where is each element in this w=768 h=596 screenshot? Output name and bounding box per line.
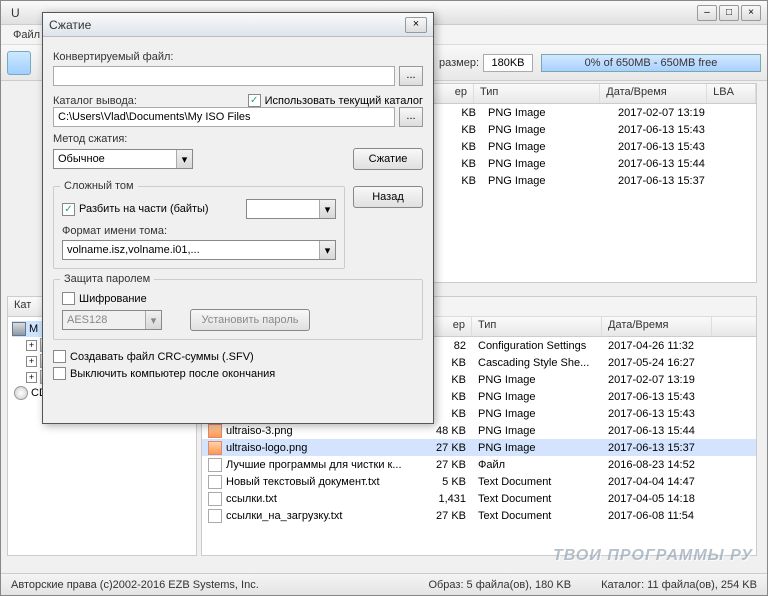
encryption-checkbox[interactable] xyxy=(62,292,75,305)
set-password-button: Установить пароль xyxy=(190,309,310,331)
encryption-label: Шифрование xyxy=(79,293,147,305)
watermark: ТВОИ ПРОГРАММЫ РУ xyxy=(553,547,753,565)
method-label: Метод сжатия: xyxy=(53,133,423,145)
col-date[interactable]: Дата/Время xyxy=(600,84,707,103)
col-type[interactable]: Тип xyxy=(472,317,602,336)
use-current-dir-checkbox[interactable]: ✓ xyxy=(248,94,261,107)
split-checkbox[interactable]: ✓ xyxy=(62,203,75,216)
file-icon xyxy=(208,424,222,438)
browse-output-button[interactable]: ... xyxy=(399,107,423,127)
convert-file-input[interactable] xyxy=(53,66,395,86)
new-icon[interactable] xyxy=(7,51,31,75)
table-row[interactable]: ссылки.txt1,431Text Document2017-04-05 1… xyxy=(202,490,756,507)
file-icon xyxy=(208,509,222,523)
size-value: 180KB xyxy=(483,54,533,72)
output-dir-input[interactable] xyxy=(53,107,395,127)
catalog-summary: Каталог: 11 файла(ов), 254 KB xyxy=(601,579,757,591)
table-row[interactable]: Лучшие программы для чистки к...27 KBФай… xyxy=(202,456,756,473)
table-row[interactable]: ultraiso-3.png48 KBPNG Image2017-06-13 1… xyxy=(202,422,756,439)
progress-bar: 0% of 650MB - 650MB free xyxy=(541,54,761,72)
menu-file[interactable]: Файл xyxy=(7,27,46,43)
shutdown-label: Выключить компьютер после окончания xyxy=(70,368,275,380)
chevron-down-icon: ▾ xyxy=(145,311,161,329)
maximize-button[interactable]: □ xyxy=(719,5,739,21)
computer-icon xyxy=(12,322,26,336)
minimize-button[interactable]: – xyxy=(697,5,717,21)
dialog-title: Сжатие xyxy=(49,18,405,32)
col-date[interactable]: Дата/Время xyxy=(602,317,712,336)
encryption-combo: AES128 ▾ xyxy=(62,310,162,330)
chevron-down-icon: ▾ xyxy=(319,241,335,259)
method-combo[interactable]: Обычное ▾ xyxy=(53,149,193,169)
use-current-dir-label: Использовать текущий каталог xyxy=(265,95,423,107)
password-group-title: Защита паролем xyxy=(60,273,154,285)
password-groupbox: Защита паролем Шифрование AES128 ▾ Устан… xyxy=(53,279,423,340)
dialog-titlebar[interactable]: Сжатие × xyxy=(43,13,433,37)
split-size-combo[interactable]: ▾ xyxy=(246,199,336,219)
file-icon xyxy=(208,458,222,472)
crc-label: Создавать файл CRC-суммы (.SFV) xyxy=(70,351,254,363)
size-label: размер: xyxy=(439,57,479,69)
file-icon xyxy=(208,475,222,489)
statusbar: Авторские права (c)2002-2016 EZB Systems… xyxy=(1,573,767,595)
table-row[interactable]: ссылки_на_загрузку.txt27 KBText Document… xyxy=(202,507,756,524)
table-row[interactable]: ultraiso-logo.png27 KBPNG Image2017-06-1… xyxy=(202,439,756,456)
output-dir-label: Каталог вывода: xyxy=(53,95,137,107)
chevron-down-icon: ▾ xyxy=(319,200,335,218)
close-button[interactable]: × xyxy=(741,5,761,21)
dialog-close-button[interactable]: × xyxy=(405,17,427,33)
file-icon xyxy=(208,441,222,455)
cd-icon xyxy=(14,386,28,400)
table-row[interactable]: Новый текстовый документ.txt5 KBText Doc… xyxy=(202,473,756,490)
crc-checkbox[interactable] xyxy=(53,350,66,363)
back-button[interactable]: Назад xyxy=(353,186,423,208)
compress-button[interactable]: Сжатие xyxy=(353,148,423,170)
col-type[interactable]: Тип xyxy=(474,84,600,103)
volume-groupbox: Сложный том ✓ Разбить на части (байты) ▾… xyxy=(53,186,345,269)
image-summary: Образ: 5 файла(ов), 180 KB xyxy=(428,579,571,591)
compression-dialog: Сжатие × Конвертируемый файл: ... Катало… xyxy=(42,12,434,424)
browse-input-button[interactable]: ... xyxy=(399,66,423,86)
copyright-text: Авторские права (c)2002-2016 EZB Systems… xyxy=(11,579,259,591)
convert-file-label: Конвертируемый файл: xyxy=(53,51,423,63)
tree-expand-icon[interactable]: + xyxy=(26,340,37,351)
shutdown-checkbox[interactable] xyxy=(53,367,66,380)
volume-format-combo[interactable]: volname.isz,volname.i01,... ▾ xyxy=(62,240,336,260)
chevron-down-icon: ▾ xyxy=(176,150,192,168)
volume-group-title: Сложный том xyxy=(60,180,138,192)
tree-expand-icon[interactable]: + xyxy=(26,356,37,367)
col-lba[interactable]: LBA xyxy=(707,84,756,103)
split-label: Разбить на части (байты) xyxy=(79,203,209,215)
volume-format-label: Формат имени тома: xyxy=(62,225,336,237)
file-icon xyxy=(208,492,222,506)
tree-expand-icon[interactable]: + xyxy=(26,372,37,383)
